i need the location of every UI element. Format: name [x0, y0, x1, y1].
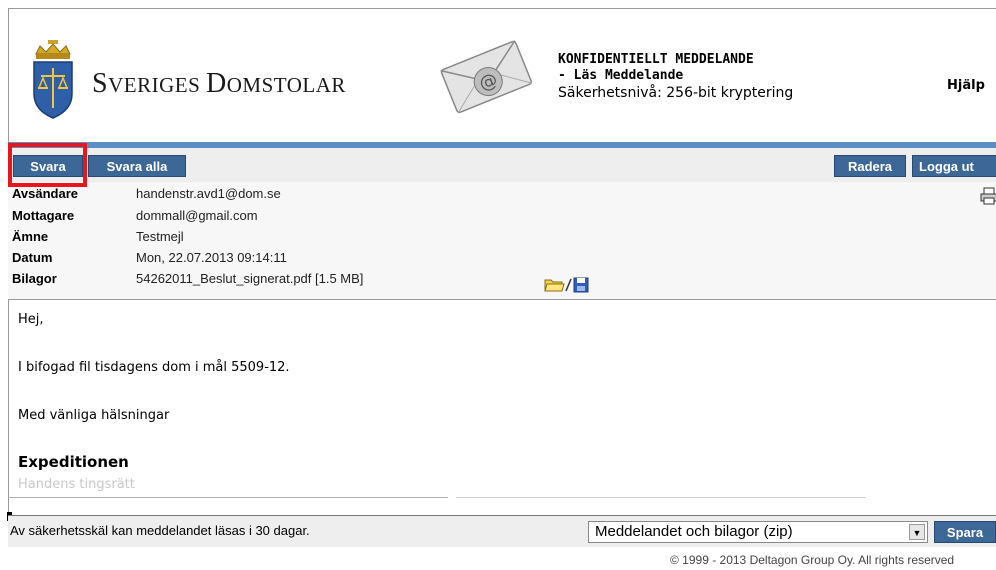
copyright-text: © 1999 - 2013 Deltagon Group Oy. All rig…	[670, 553, 955, 567]
meta-label: Ämne	[12, 229, 49, 244]
message-signature-sub: Handens tingsrätt	[18, 477, 135, 492]
save-disk-icon[interactable]	[573, 277, 589, 293]
select-value: Meddelandet och bilagor (zip)	[595, 523, 793, 540]
message-signature: Expeditionen	[18, 453, 129, 471]
meta-value: handenstr.avd1@dom.se	[136, 186, 281, 201]
footer-bar: Av säkerhetsskäl kan meddelandet läsas i…	[8, 515, 996, 547]
message-body: Hej, I bifogad fil tisdagens dom i mål 5…	[8, 301, 996, 515]
save-button[interactable]: Spara	[934, 521, 996, 543]
message-line: I bifogad fil tisdagens dom i mål 5509-1…	[18, 360, 290, 375]
envelope-icon: @	[440, 40, 533, 114]
message-greeting: Hej,	[18, 312, 44, 327]
swedish-courts-crest-logo	[33, 40, 73, 119]
logout-button[interactable]: Logga ut	[912, 155, 996, 177]
meta-value: Mon, 22.07.2013 09:14:11	[136, 250, 287, 265]
title-line1: KONFIDENTIELLT MEDDELANDE	[558, 52, 754, 67]
meta-label: Avsändare	[12, 186, 78, 201]
retention-info: Av säkerhetsskäl kan meddelandet läsas i…	[10, 523, 310, 538]
divider	[8, 497, 448, 498]
printer-icon[interactable]	[980, 187, 996, 205]
divider	[456, 497, 866, 498]
download-format-select[interactable]: Meddelandet och bilagor (zip) ▼	[588, 521, 928, 543]
toolbar: Svara Svara alla Radera Logga ut	[8, 148, 996, 182]
security-level: Säkerhetsnivå: 256-bit kryptering	[558, 85, 794, 101]
meta-label: Mottagare	[12, 208, 75, 223]
delete-button[interactable]: Radera	[834, 155, 906, 177]
meta-label: Datum	[12, 250, 53, 265]
message-title-block: KONFIDENTIELLT MEDDELANDE - Läs Meddelan…	[558, 52, 793, 101]
help-link[interactable]: Hjälp	[947, 78, 985, 93]
brand-wordmark: SVERIGES DOMSTOLAR	[92, 68, 346, 99]
message-closing: Med vänliga hälsningar	[18, 408, 170, 423]
open-folder-icon[interactable]	[544, 279, 565, 292]
page-header: SVERIGES DOMSTOLAR @ KONFIDENTIELLT MEDD…	[8, 8, 996, 144]
dropdown-arrow-icon[interactable]: ▼	[909, 524, 925, 540]
meta-label: Bilagor	[12, 271, 57, 286]
attachment-actions	[544, 277, 589, 293]
reply-button-highlight	[8, 143, 87, 187]
reply-all-button[interactable]: Svara alla	[88, 155, 186, 177]
meta-value: dommall@gmail.com	[136, 208, 258, 223]
attachment-link[interactable]: 54262011_Beslut_signerat.pdf [1.5 MB]	[136, 269, 363, 289]
message-meta: Avsändare handenstr.avd1@dom.se Mottagar…	[8, 182, 996, 300]
meta-value: Testmejl	[136, 229, 184, 244]
title-line2: - Läs Meddelande	[558, 68, 684, 83]
